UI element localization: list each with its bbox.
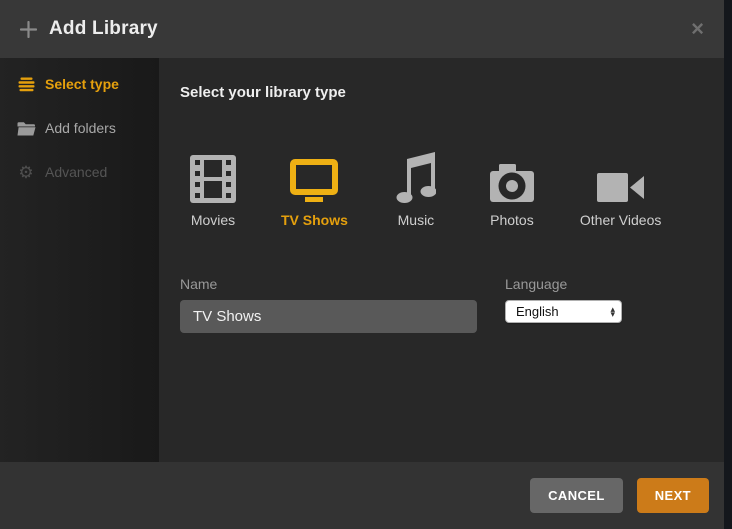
cancel-button[interactable]: CANCEL (530, 478, 623, 513)
film-icon (190, 151, 236, 203)
name-input[interactable] (180, 300, 477, 333)
close-icon[interactable]: × (691, 18, 704, 40)
list-icon (16, 75, 36, 93)
name-field-label: Name (180, 276, 218, 292)
tv-icon (290, 151, 339, 203)
dialog-body: Select type Add folders ⚙ Advanced Selec… (0, 58, 724, 462)
folder-icon (16, 119, 36, 137)
library-type-label: TV Shows (281, 212, 348, 228)
next-button[interactable]: NEXT (636, 478, 709, 513)
sidebar-item-advanced[interactable]: ⚙ Advanced (0, 160, 159, 184)
dialog-header: Add Library × (0, 0, 724, 58)
sidebar-item-label: Advanced (45, 164, 108, 180)
gear-icon: ⚙ (18, 162, 34, 182)
library-type-other-videos[interactable]: Other Videos (575, 151, 666, 228)
dialog-title: Add Library (49, 18, 158, 39)
library-type-label: Movies (190, 212, 236, 228)
music-note-icon (396, 151, 436, 203)
library-type-tv-shows[interactable]: TV Shows (276, 151, 353, 228)
library-type-photos[interactable]: Photos (479, 151, 545, 228)
sidebar-item-label: Select type (45, 76, 119, 92)
language-field-label: Language (505, 276, 568, 292)
library-type-label: Other Videos (579, 212, 662, 228)
name-field-group: Name (180, 276, 477, 333)
language-field-group: Language English ▴ ▾ (505, 276, 622, 323)
video-camera-icon (596, 151, 645, 203)
section-heading: Select your library type (180, 84, 346, 101)
language-select[interactable]: English ▴ ▾ (505, 300, 622, 323)
library-type-label: Photos (490, 212, 534, 228)
sidebar: Select type Add folders ⚙ Advanced (0, 58, 159, 462)
main-panel: Select your library type Movies TV Shows… (159, 58, 724, 462)
library-type-picker: Movies TV Shows Music Photos Other Video… (180, 151, 724, 228)
camera-icon (488, 151, 536, 203)
select-stepper-icon: ▴ ▾ (610, 303, 615, 319)
add-library-dialog: Add Library × Select type Add folders ⚙ … (0, 0, 724, 529)
plus-icon (19, 20, 38, 38)
sidebar-item-label: Add folders (45, 120, 116, 136)
language-select-value: English (516, 304, 559, 319)
sidebar-item-select-type[interactable]: Select type (0, 72, 159, 96)
sidebar-item-add-folders[interactable]: Add folders (0, 116, 159, 140)
fields-row: Name Language English ▴▾ (180, 276, 724, 333)
library-type-movies[interactable]: Movies (180, 151, 246, 228)
library-type-label: Music (397, 212, 435, 228)
dialog-footer: CANCEL NEXT (0, 462, 724, 529)
library-type-music[interactable]: Music (383, 151, 449, 228)
